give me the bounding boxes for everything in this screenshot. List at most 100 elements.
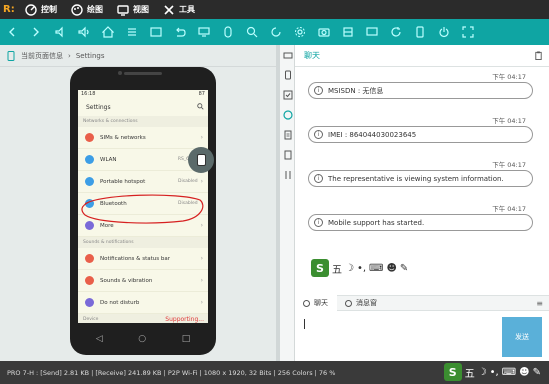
transfer-icon: [285, 171, 290, 179]
toolbar-button-display[interactable]: [192, 19, 216, 45]
phone-status-battery: 87: [198, 91, 205, 97]
sidebar-item-note[interactable]: [280, 145, 295, 165]
toolbar-button-forward[interactable]: [24, 19, 48, 45]
toolbar-button-mouse[interactable]: [216, 19, 240, 45]
info-icon: i: [314, 174, 323, 183]
sidebar-item-device[interactable]: [280, 65, 295, 85]
phone-screen[interactable]: 16:18 87 Settings Networks & connections…: [78, 90, 208, 323]
info-icon: i: [314, 218, 323, 227]
user-icon[interactable]: ☻: [519, 367, 529, 378]
notification-icon: [85, 254, 94, 263]
monitor-icon: [117, 4, 129, 16]
keyboard-icon[interactable]: ⌨: [369, 263, 383, 274]
menu-icon: [128, 28, 136, 36]
moon-icon: [85, 298, 94, 307]
moon-icon[interactable]: ☽: [345, 263, 354, 274]
user-icon[interactable]: ☻: [386, 263, 396, 274]
sidebar-item-transfer[interactable]: [280, 165, 295, 185]
toolbar-button-fullscreen[interactable]: [456, 19, 480, 45]
chevron-right-icon: ›: [200, 277, 203, 284]
sidebar-item-document[interactable]: [280, 125, 295, 145]
phone-frame: 16:18 87 Settings Networks & connections…: [70, 67, 216, 355]
menu-view[interactable]: 视图: [117, 4, 149, 16]
toolbar-button-home[interactable]: [96, 19, 120, 45]
home-circle-icon[interactable]: ○: [138, 334, 146, 344]
bluetooth-icon: [85, 199, 94, 208]
settings-row-dnd[interactable]: Do not disturb ›: [78, 292, 208, 314]
back-triangle-icon[interactable]: ◁: [96, 334, 103, 344]
toolbar-button-return[interactable]: [168, 19, 192, 45]
toolbar-button-menu[interactable]: [120, 19, 144, 45]
recents-square-icon[interactable]: □: [182, 334, 191, 344]
send-button[interactable]: 发送: [502, 317, 542, 357]
toolbar-button-refresh[interactable]: [384, 19, 408, 45]
toolbar-button-window[interactable]: [144, 19, 168, 45]
menu-control-label: 控制: [41, 5, 57, 14]
arrow-right-icon: [33, 27, 39, 37]
chat-bubble-icon: [282, 110, 293, 120]
tab-message-window[interactable]: 消息窗: [337, 295, 386, 311]
toolbar-button-settings[interactable]: [288, 19, 312, 45]
toolbar-button-capture[interactable]: [312, 19, 336, 45]
refresh-icon: [391, 27, 401, 37]
hamburger-menu-icon[interactable]: ≡: [536, 299, 543, 308]
settings-row-value: Disabled: [178, 179, 198, 184]
speaker-icon: [85, 276, 94, 285]
settings-row-label: SIMs & networks: [100, 134, 146, 141]
settings-row-value: Disabled: [178, 201, 198, 206]
keyboard-icon[interactable]: ⌨: [502, 367, 516, 378]
phone-nav-bar: ◁ ○ □: [78, 329, 208, 349]
menu-tools[interactable]: 工具: [163, 4, 195, 16]
ime-mode-label[interactable]: 五: [332, 261, 342, 276]
ime-mode-label[interactable]: 五: [465, 365, 475, 380]
chevron-right-icon: ›: [200, 200, 203, 207]
chevron-right-icon: ›: [200, 299, 203, 306]
sidebar-item-drive[interactable]: [280, 45, 295, 65]
settings-row-bluetooth[interactable]: Bluetooth Disabled ›: [78, 193, 208, 215]
checkbox-icon: [283, 90, 292, 100]
tab-chat[interactable]: 聊天: [295, 295, 337, 311]
toolbar-button-zoom[interactable]: [240, 19, 264, 45]
settings-row-notifications[interactable]: Notifications & status bar ›: [78, 248, 208, 270]
menu-control[interactable]: 控制: [25, 3, 57, 16]
toolbar-button-rotate[interactable]: [264, 19, 288, 45]
display-icon: [198, 27, 210, 37]
sidebar-item-chat[interactable]: [280, 105, 295, 125]
punctuation-icon[interactable]: •,: [357, 263, 366, 274]
toolbar-button-power[interactable]: [432, 19, 456, 45]
chat-input[interactable]: 发送: [295, 311, 549, 361]
settings-row-more[interactable]: More ›: [78, 215, 208, 237]
sidebar-item-check[interactable]: [280, 85, 295, 105]
settings-row-label: Bluetooth: [100, 200, 127, 207]
settings-row-hotspot[interactable]: Portable hotspot Disabled ›: [78, 171, 208, 193]
menu-draw[interactable]: 绘图: [71, 3, 103, 16]
wrench-icon[interactable]: ✎: [533, 367, 541, 378]
sogou-ime-icon[interactable]: S: [443, 363, 462, 381]
message-bubble: i MSISDN : 无信息: [308, 82, 533, 99]
clipboard-icon[interactable]: [534, 51, 543, 60]
toolbar-button-monitor[interactable]: [360, 19, 384, 45]
breadcrumb-current[interactable]: 当前页面信息: [21, 51, 63, 61]
wrench-icon[interactable]: ✎: [400, 263, 408, 274]
breadcrumb-page: Settings: [75, 51, 105, 60]
toolbar: [0, 19, 549, 45]
punctuation-icon[interactable]: •,: [490, 367, 499, 378]
message-text: The representative is viewing system inf…: [328, 174, 504, 183]
toolbar-button-volume-up[interactable]: [72, 19, 96, 45]
toolbar-button-back[interactable]: [0, 19, 24, 45]
moon-icon[interactable]: ☽: [478, 367, 487, 378]
settings-row-sounds[interactable]: Sounds & vibration ›: [78, 270, 208, 292]
toolbar-button-phone[interactable]: [408, 19, 432, 45]
message-time: 下午 04:17: [492, 73, 526, 81]
floating-support-button[interactable]: [188, 147, 214, 173]
search-icon[interactable]: [197, 102, 204, 112]
toolbar-button-clip[interactable]: [336, 19, 360, 45]
camera-dot-icon: [118, 71, 122, 75]
chat-tab-icon: [303, 299, 310, 307]
volume-up-icon: [78, 26, 89, 38]
settings-row-sims[interactable]: SIMs & networks ›: [78, 127, 208, 149]
toolbar-button-volume-down[interactable]: [48, 19, 72, 45]
settings-title: Settings: [86, 103, 111, 111]
settings-row-label: Portable hotspot: [100, 178, 146, 185]
sogou-ime-icon[interactable]: S: [311, 259, 329, 277]
